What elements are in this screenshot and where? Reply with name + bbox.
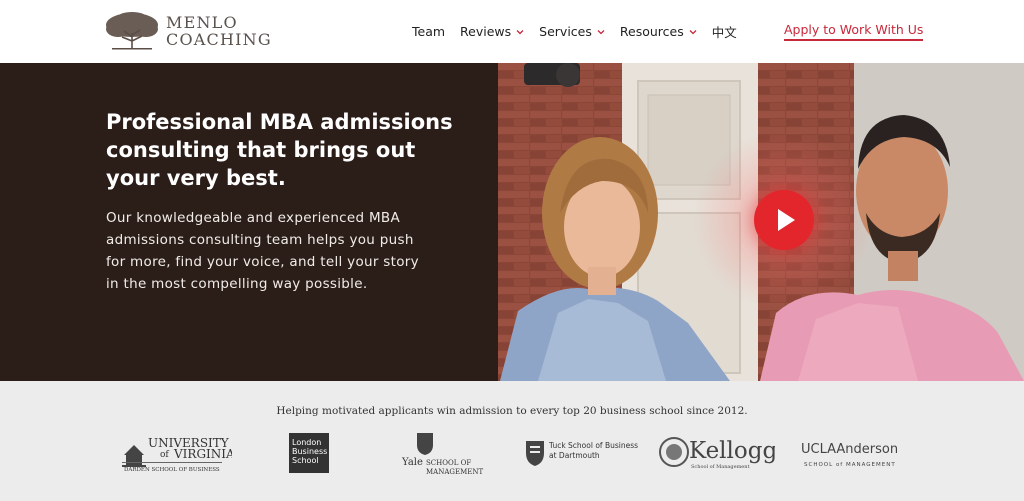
svg-text:London: London [292, 438, 321, 447]
nav-item-label: Reviews [460, 24, 512, 39]
tuck-shield-icon: Tuck School of Business at Dartmouth [526, 441, 638, 466]
nav-item-reviews[interactable]: Reviews [460, 22, 524, 41]
chevron-down-icon [597, 29, 605, 34]
chevron-down-icon [516, 29, 524, 34]
svg-text:Yale: Yale [401, 457, 423, 468]
menlo-coaching-logo[interactable]: MENLO COACHING [104, 11, 272, 51]
uva-darden-logo: UNIVERSITY of VIRGINIA DARDEN SCHOOL OF … [122, 433, 232, 475]
yale-shield-icon: Yale SCHOOL OF MANAGEMENT [401, 433, 484, 476]
nav-item-chinese[interactable]: 中文 [712, 22, 737, 41]
svg-text:DARDEN SCHOOL OF BUSINESS: DARDEN SCHOOL OF BUSINESS [124, 467, 220, 473]
play-video-button[interactable] [754, 190, 814, 250]
lbs-badge-icon: London Business School [289, 433, 329, 473]
hero-description: Our knowledgeable and experienced MBA ad… [106, 210, 419, 292]
svg-text:MANAGEMENT: MANAGEMENT [426, 468, 484, 476]
svg-text:VIRGINIA: VIRGINIA [173, 447, 232, 461]
nav-item-label: 中文 [711, 25, 737, 40]
main-nav: Team Reviews Services Resources 中文 [412, 22, 737, 41]
rotunda-icon: UNIVERSITY of VIRGINIA DARDEN SCHOOL OF … [122, 436, 232, 473]
schools-tagline: Helping motivated applicants win admissi… [276, 405, 748, 417]
svg-text:SCHOOL of MANAGEMENT: SCHOOL of MANAGEMENT [804, 462, 896, 468]
svg-text:UCLAAnderson: UCLAAnderson [801, 442, 898, 457]
apply-to-work-link[interactable]: Apply to Work With Us [784, 22, 924, 41]
kellogg-seal-icon: Kellogg School of Management [659, 437, 775, 470]
svg-text:Tuck School of Business: Tuck School of Business [548, 441, 638, 450]
nav-item-team[interactable]: Team [412, 22, 445, 41]
nav-item-resources[interactable]: Resources [620, 22, 697, 41]
hero-title: Professional MBA admissions consulting t… [106, 110, 453, 190]
play-icon [778, 209, 795, 231]
logo-wordmark: MENLO COACHING [166, 14, 272, 48]
logo-line-2: COACHING [166, 30, 272, 49]
nav-item-services[interactable]: Services [539, 22, 605, 41]
chevron-down-icon [689, 29, 697, 34]
hero-text-panel: Professional MBA admissions consulting t… [0, 63, 498, 381]
tuck-dartmouth-logo: Tuck School of Business at Dartmouth [524, 439, 640, 471]
logo-line-1: MENLO [166, 13, 238, 32]
kellogg-logo: Kellogg School of Management [659, 433, 775, 471]
nav-item-label: Services [539, 24, 592, 39]
schools-strip: Helping motivated applicants win admissi… [0, 381, 1024, 501]
tree-logo-icon [106, 12, 158, 50]
yale-som-logo: Yale SCHOOL OF MANAGEMENT [400, 431, 492, 477]
svg-text:of: of [160, 450, 169, 460]
svg-text:Business: Business [292, 447, 327, 456]
london-business-school-logo: London Business School [289, 433, 329, 473]
ucla-anderson-wordmark: UCLAAnderson SCHOOL of MANAGEMENT [801, 442, 898, 468]
svg-text:School: School [292, 456, 319, 465]
hero-section: Professional MBA admissions consulting t… [0, 63, 1024, 381]
nav-item-label: Resources [619, 24, 684, 39]
svg-text:School of Management: School of Management [691, 464, 750, 470]
svg-text:Kellogg: Kellogg [689, 438, 775, 464]
svg-text:SCHOOL OF: SCHOOL OF [426, 459, 471, 467]
site-header: MENLO COACHING Team Reviews Services Res… [0, 0, 1024, 63]
svg-text:at Dartmouth: at Dartmouth [549, 451, 600, 460]
nav-item-label: Team [412, 24, 446, 39]
ucla-anderson-logo: UCLAAnderson SCHOOL of MANAGEMENT [800, 438, 904, 472]
